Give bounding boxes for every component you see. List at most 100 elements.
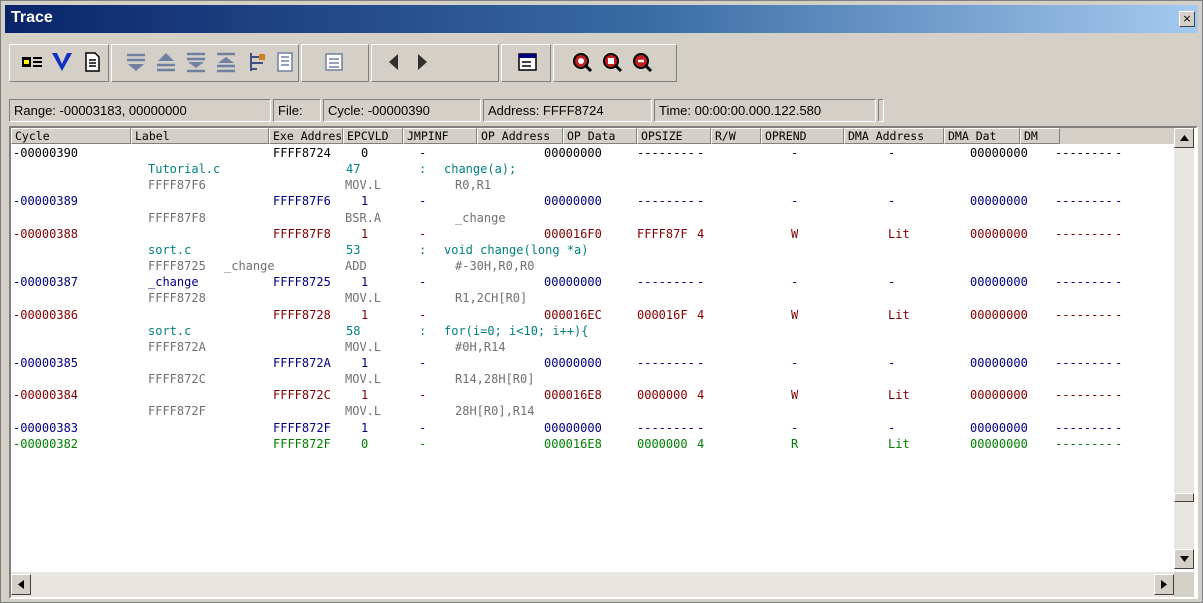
trace-row[interactable]: -00000386 FFFF8728 1 - 000016EC 000016F 4 W Lit 0… (11, 307, 1174, 323)
vertical-scrollbar[interactable] (1174, 128, 1194, 569)
stop-button[interactable] (629, 49, 655, 75)
exe-address-cell: FFFF87F8 (273, 227, 331, 241)
disasm-row[interactable]: FFFF8725 _change ADD #-30H,R0,R0 (11, 258, 1174, 274)
epcvld-cell: 1 (361, 275, 369, 289)
disasm-operands-cell: 28H[R0],R14 (455, 404, 535, 418)
jmpinf-cell: - (419, 421, 427, 435)
cycle-cell: -00000390 (13, 146, 79, 160)
disasm-mnemonic-cell: ADD (345, 259, 367, 273)
disasm-address-cell: FFFF872A (148, 340, 206, 354)
close-button[interactable]: × (1179, 11, 1195, 27)
source-row[interactable]: sort.c 58: for(i=0; i<10; i++){ (11, 323, 1174, 339)
trace-row[interactable]: -00000385 FFFF872A 1-00000000 -------- - - -00… (11, 355, 1174, 371)
exe-address-cell: FFFF872A (273, 356, 331, 370)
trace-window: Trace × Range: -00003183, 00000000 File:… (0, 0, 1203, 603)
column-header[interactable]: OP Address (477, 128, 563, 144)
trace-row[interactable]: -00000387 _change FFFF8725 1-00000000 ------… (11, 274, 1174, 290)
dma-data-cell: -------- (1055, 437, 1113, 451)
cycle-cell: -00000386 (13, 308, 79, 322)
restart-button[interactable] (599, 49, 625, 75)
op-data-cell: -------- (637, 421, 695, 435)
rw-cell: W (791, 308, 799, 322)
dm-cell: - (1115, 437, 1123, 451)
source-row[interactable]: sort.c 53: void change(long *a) (11, 242, 1174, 258)
disasm-row[interactable]: FFFF872A MOV.L #0H,R14 (11, 339, 1174, 355)
horizontal-scrollbar[interactable] (11, 572, 1174, 597)
dma-address-cell: 00000000 (970, 308, 1028, 322)
find-next-button[interactable] (183, 49, 209, 75)
trace-row[interactable]: -00000388 FFFF87F8 1 - 000016F0 FFFF87F 4 W Lit 0… (11, 226, 1174, 242)
title-bar[interactable]: Trace × (5, 5, 1198, 33)
op-address-cell: 000016E8 (544, 437, 602, 451)
column-header[interactable]: OP Data (563, 128, 637, 144)
source-view-button[interactable] (245, 49, 271, 75)
column-header[interactable]: Exe Address (269, 128, 343, 144)
disasm-row[interactable]: FFFF872F MOV.L 28H[R0],R14 (11, 403, 1174, 419)
oprend-cell: Lit (888, 437, 910, 451)
source-code-cell: change(a); (444, 162, 517, 176)
dma-address-cell: 00000000 (970, 146, 1028, 160)
column-header[interactable]: R/W (711, 128, 761, 144)
column-header[interactable]: JMPINF (403, 128, 477, 144)
dma-data-cell: -------- (1055, 275, 1113, 289)
scroll-up-button[interactable] (1174, 128, 1194, 148)
cycle-cell: -00000389 (13, 194, 79, 208)
dm-cell: - (1115, 227, 1123, 241)
find-button[interactable] (123, 49, 149, 75)
display-mode-button[interactable] (321, 49, 347, 75)
scroll-right-button[interactable] (1154, 574, 1174, 595)
column-header[interactable]: DMA Address (844, 128, 944, 144)
source-row[interactable]: Tutorial.c 47: change(a); (11, 161, 1174, 177)
disasm-mnemonic-cell: MOV.L (345, 291, 382, 305)
restart-icon (603, 53, 623, 73)
trace-row[interactable]: -00000384 FFFF872C 1 - 000016E8 0000000 4 W Lit 0… (11, 387, 1174, 403)
rw-cell: W (791, 388, 799, 402)
jmpinf-cell: - (419, 388, 427, 402)
column-header[interactable]: DM (1020, 128, 1060, 144)
table-body[interactable]: -00000390 FFFF8724 0-00000000 -------- - - -00… (11, 145, 1174, 569)
document-button[interactable] (79, 49, 105, 75)
dm-cell: - (1115, 146, 1123, 160)
column-header[interactable]: Cycle (11, 128, 131, 144)
previous-icon (389, 54, 398, 70)
scroll-down-button[interactable] (1174, 549, 1194, 569)
source-colon-cell: : (419, 324, 427, 338)
trace-row[interactable]: -00000390 FFFF8724 0-00000000 -------- - - -00… (11, 145, 1174, 161)
epcvld-cell: 0 (361, 146, 369, 160)
disasm-mnemonic-cell: BSR.A (345, 211, 382, 225)
disasm-row[interactable]: FFFF872C MOV.L R14,28H[R0] (11, 371, 1174, 387)
column-header[interactable]: EPCVLD (343, 128, 403, 144)
previous-button[interactable] (381, 49, 407, 75)
disasm-row[interactable]: FFFF87F6 MOV.L R0,R1 (11, 177, 1174, 193)
exe-address-cell: FFFF8728 (273, 308, 331, 322)
op-address-cell: 00000000 (544, 194, 602, 208)
column-header[interactable]: OPSIZE (637, 128, 711, 144)
halt-button[interactable] (569, 49, 595, 75)
op-data-cell: 000016F (637, 308, 688, 322)
source-file-cell: sort.c (148, 243, 192, 257)
next-button[interactable] (409, 49, 435, 75)
trace-acquisition-button[interactable] (19, 49, 45, 75)
column-header[interactable]: Label (131, 128, 269, 144)
scroll-left-button[interactable] (11, 574, 31, 595)
op-data-cell: -------- (637, 146, 695, 160)
trace-row[interactable]: -00000382 FFFF872F 0 - 000016E8 0000000 4 R Lit 0… (11, 436, 1174, 452)
scroll-thumb[interactable] (1174, 493, 1194, 502)
file-info: File: (273, 99, 321, 122)
disasm-row[interactable]: FFFF8728 MOV.L R1,2CH[R0] (11, 290, 1174, 306)
trace-row[interactable]: -00000389 FFFF87F6 1-00000000 -------- - - -00… (11, 193, 1174, 209)
find-previous-button[interactable] (213, 49, 239, 75)
toolbar (9, 44, 1196, 88)
find-up-button[interactable] (153, 49, 179, 75)
mixed-view-button[interactable] (273, 49, 299, 75)
op-address-cell: 000016F0 (544, 227, 602, 241)
epcvld-cell: 0 (361, 437, 369, 451)
filter-button[interactable] (49, 49, 75, 75)
properties-button[interactable] (515, 49, 541, 75)
trace-row[interactable]: -00000383 FFFF872F 1-00000000 -------- - - -00… (11, 420, 1174, 436)
column-header[interactable]: DMA Dat (944, 128, 1020, 144)
opsize-cell: 4 (697, 227, 705, 241)
column-header[interactable]: OPREND (761, 128, 844, 144)
dma-address-cell: 00000000 (970, 275, 1028, 289)
disasm-row[interactable]: FFFF87F8 BSR.A _change (11, 210, 1174, 226)
